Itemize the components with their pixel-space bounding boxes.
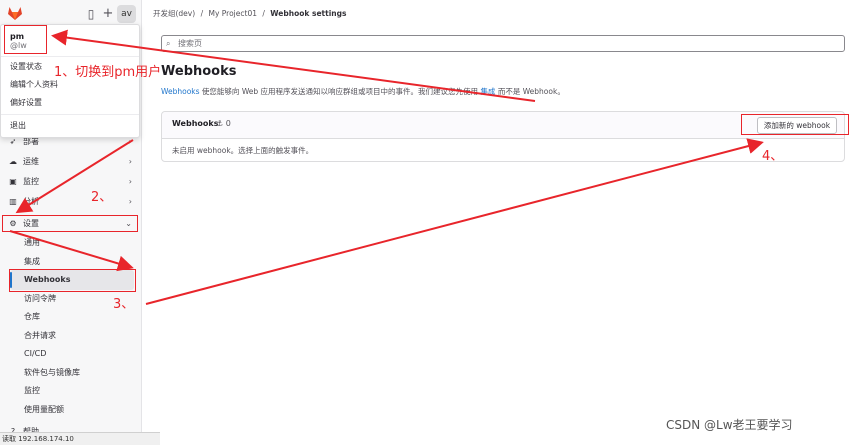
annotation-step-4: 4、: [762, 149, 784, 164]
watermark: CSDN @Lw老王要学习: [666, 418, 793, 432]
arrow-3: [9, 230, 134, 272]
annotation-step-1: 1、切换到pm用户: [54, 65, 162, 80]
arrow-4: [145, 138, 764, 305]
annotation-step-3: 3、: [113, 297, 135, 312]
annotation-step-2: 2、: [91, 190, 113, 205]
arrow-2: [15, 139, 134, 214]
